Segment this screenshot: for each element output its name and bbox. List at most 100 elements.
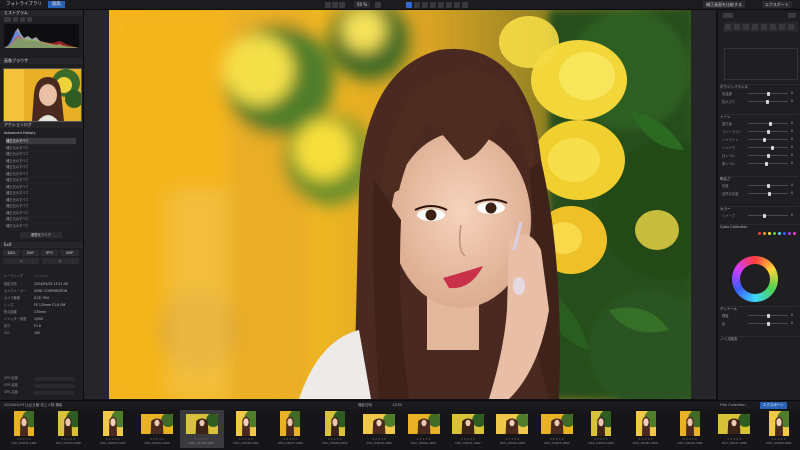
film-thumbnail[interactable]: ★★★★★ DSC_04040.ARW [402, 410, 446, 448]
adjust-section-header[interactable]: カラー [720, 206, 799, 212]
sort-label[interactable]: 撮影日時 [358, 403, 372, 408]
panel-mode-icon[interactable] [723, 13, 733, 18]
export-button[interactable]: エクスポート [760, 402, 787, 409]
film-thumbnail[interactable]: ★★★★★ DSC_04035.ARW [179, 410, 224, 448]
brush-icon[interactable] [430, 1, 436, 8]
detail-icon[interactable] [752, 24, 758, 30]
undo-icon[interactable] [325, 1, 331, 8]
film-thumbnail[interactable]: ★★★★★ DSC_04038.ARW [313, 410, 357, 448]
adjust-slider[interactable] [748, 321, 788, 326]
channel-r-icon[interactable] [13, 17, 18, 22]
adjust-section-header[interactable]: 明るさ [720, 176, 799, 182]
adjust-slider[interactable] [748, 183, 788, 188]
slider-value[interactable]: 0 [791, 137, 793, 141]
film-thumbnail[interactable]: ★★★★★ DSC_04037.ARW [268, 410, 312, 448]
slider-knob[interactable] [762, 213, 766, 218]
film-thumbnail[interactable]: ★★★★★ DSC_04031.ARW [2, 410, 46, 448]
channel-g-icon[interactable] [20, 17, 25, 22]
eye-icon[interactable] [454, 1, 460, 8]
hand-icon[interactable] [375, 1, 381, 8]
basic-tool-icon[interactable] [725, 24, 731, 30]
swatch-orange[interactable] [763, 232, 766, 235]
swatch-yellow[interactable] [768, 232, 771, 235]
slider-knob[interactable] [766, 153, 770, 158]
adjust-slider[interactable] [748, 145, 788, 150]
swatch-aqua[interactable] [778, 232, 781, 235]
film-thumbnail[interactable]: ★★★★★ DSC_04036.ARW [224, 410, 268, 448]
slider-value[interactable]: 0 [791, 153, 793, 157]
adjust-slider[interactable] [748, 91, 788, 96]
color-wheel[interactable] [732, 256, 778, 302]
adjust-slider[interactable] [748, 137, 788, 142]
film-thumbnail[interactable]: ★★★★★ DSC_04032.ARW [46, 410, 90, 448]
film-thumbnail[interactable]: ★★★★★ DSC_04044.ARW [579, 410, 623, 448]
lens-icon[interactable] [761, 24, 767, 30]
history-subheader[interactable]: Advanced History [0, 130, 83, 136]
library-tab[interactable]: フォトライブラリ [2, 1, 46, 8]
swatch-red[interactable] [758, 232, 761, 235]
film-thumbnail[interactable]: ★★★★★ DSC_04042.ARW [490, 410, 534, 448]
film-thumbnail[interactable]: ★★★★★ DSC_04043.ARW [535, 410, 579, 448]
history-clear-button[interactable]: 履歴をクリア [20, 232, 62, 238]
adjust-slider[interactable] [748, 121, 788, 126]
slider-knob[interactable] [763, 137, 767, 142]
adjust-slider[interactable] [748, 213, 788, 218]
adjust-slider[interactable] [748, 161, 788, 166]
adjust-section-header[interactable]: トーン [720, 114, 799, 120]
info-btn-4[interactable]: XMP [60, 250, 79, 256]
slider-value[interactable]: 0 [791, 121, 793, 125]
adjust-section-header[interactable]: ノイズ除去 [720, 336, 799, 342]
swatch-magenta[interactable] [793, 232, 796, 235]
film-thumbnail[interactable]: ★★★★★ DSC_04047.ARW [712, 410, 756, 448]
info-btn-6[interactable]: ▷ [42, 258, 79, 264]
slider-value[interactable]: 0 [791, 183, 793, 187]
slider-value[interactable]: 0 [791, 313, 793, 317]
adjust-section-header[interactable]: Color Collection [720, 224, 799, 230]
image-viewer[interactable] [84, 10, 716, 399]
main-photo[interactable] [109, 10, 691, 399]
grid-icon[interactable] [462, 1, 468, 8]
slider-knob[interactable] [766, 183, 770, 188]
calibration-icon[interactable] [779, 24, 785, 30]
slider-value[interactable]: 0 [791, 321, 793, 325]
adjust-slider[interactable] [748, 129, 788, 134]
panel-menu-icon[interactable] [788, 13, 796, 18]
slider-value[interactable]: 0 [791, 213, 793, 217]
info-btn-3[interactable]: IPTC [41, 250, 58, 256]
navigator-header[interactable]: 画像ブラウザ [0, 58, 83, 64]
rating-stars[interactable]: ☆☆☆☆☆ [34, 274, 48, 279]
slider-knob[interactable] [767, 91, 771, 96]
folder-path[interactable]: 2024/05/29 比企丘陵 花と人物 撮影 [4, 403, 63, 408]
crop-icon[interactable] [406, 1, 412, 8]
slider-knob[interactable] [766, 321, 770, 326]
slider-value[interactable]: 0 [791, 191, 793, 195]
slider-knob[interactable] [768, 121, 772, 126]
zoom-select[interactable]: 50 % [354, 1, 371, 8]
gps-field[interactable] [34, 384, 74, 388]
film-thumbnail[interactable]: ★★★★★ DSC_04046.ARW [668, 410, 712, 448]
channel-b-icon[interactable] [27, 17, 32, 22]
tone-curve-icon[interactable] [734, 24, 740, 30]
slider-knob[interactable] [766, 313, 770, 318]
channel-rgb-icon[interactable] [4, 17, 11, 22]
slider-value[interactable]: 0 [791, 99, 793, 103]
film-thumbnail[interactable]: ★★★★★ DSC_04034.ARW [135, 410, 179, 448]
slider-value[interactable]: 0 [791, 161, 793, 165]
preset-icon[interactable] [788, 24, 794, 30]
histogram-header[interactable]: ヒストグラム [0, 10, 83, 16]
history-item[interactable]: 補正元のすべて [6, 223, 76, 230]
swatch-purple[interactable] [788, 232, 791, 235]
exif-header[interactable]: Exif [0, 242, 83, 248]
compare-button[interactable]: 補正画面を比較する [703, 1, 745, 8]
export-top-button[interactable]: エクスポート [762, 1, 792, 8]
swatch-green[interactable] [773, 232, 776, 235]
slider-knob[interactable] [765, 161, 769, 166]
radial-icon[interactable] [446, 1, 452, 8]
edit-tab[interactable]: 編集 [48, 1, 65, 8]
swatch-blue[interactable] [783, 232, 786, 235]
hsl-icon[interactable] [743, 24, 749, 30]
adjust-section-header[interactable]: ディテール [720, 306, 799, 312]
slider-value[interactable]: 0 [791, 129, 793, 133]
adjust-slider[interactable] [748, 99, 788, 104]
fit-icon[interactable] [339, 1, 345, 8]
